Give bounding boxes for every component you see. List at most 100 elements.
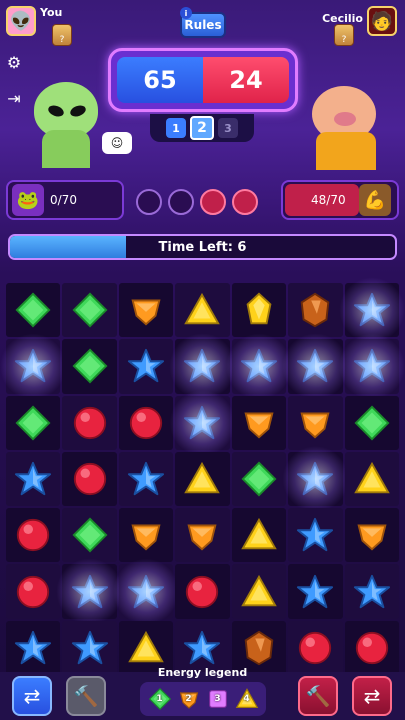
gear-icon[interactable]: ⚙ (4, 52, 24, 72)
board-cell[interactable] (118, 451, 174, 507)
star-gem-icon (127, 573, 165, 611)
red-gem-icon (71, 404, 109, 442)
board-cell[interactable] (338, 276, 405, 344)
alien-body (42, 130, 90, 168)
energy-you-value: 0/70 (50, 193, 77, 207)
board-cell[interactable] (118, 283, 174, 338)
board-cell[interactable] (6, 508, 61, 563)
board-cell[interactable] (225, 333, 293, 400)
game-screen: 👽 You ? Cecilio 🧑 ? i Rules ⚙ ⇥ ☺ 65 24 … (0, 0, 405, 720)
board-cell[interactable] (344, 564, 399, 619)
swap-hand-icon: ⇄ (23, 684, 41, 708)
legend-orange-icon: 2 (177, 687, 201, 711)
board-cell[interactable] (231, 395, 287, 450)
round-2: 2 (190, 116, 214, 140)
board-cell[interactable] (288, 283, 343, 338)
green-gem-icon (71, 291, 109, 329)
board-cell[interactable] (62, 451, 117, 507)
board-cell[interactable] (288, 395, 343, 450)
red-gem-icon (14, 573, 52, 611)
board-cell[interactable] (175, 451, 230, 507)
red-gem-icon (14, 516, 52, 554)
exit-icon[interactable]: ⇥ (4, 88, 24, 108)
board-cell[interactable] (6, 620, 61, 675)
board-cell[interactable] (231, 283, 287, 338)
star-gem-icon (127, 347, 165, 385)
board-cell[interactable] (344, 508, 399, 563)
board-cell[interactable] (118, 508, 174, 563)
star-gem-icon (14, 347, 52, 385)
board-cell[interactable] (118, 339, 174, 394)
board-cell[interactable] (231, 451, 287, 507)
hammer-booster-button[interactable]: 🔨 (66, 676, 106, 716)
board-cell[interactable] (6, 395, 61, 450)
board-cell[interactable] (338, 333, 405, 400)
star-gem-icon (183, 629, 221, 667)
rank-badge-icon: ? (334, 24, 354, 46)
legend-pink-icon: 3 (206, 687, 230, 711)
hammer-icon: 🔨 (305, 684, 331, 708)
board-cell[interactable] (6, 451, 61, 507)
green-gem-icon (71, 516, 109, 554)
round-indicator: 1 2 3 (150, 114, 254, 142)
rules-label: Rules (184, 18, 222, 32)
star-gem-icon (71, 629, 109, 667)
opponent-avatar[interactable]: 🧑 (367, 6, 397, 36)
board-cell[interactable] (175, 564, 230, 619)
star-gem-icon (71, 573, 109, 611)
legend-value: 3 (214, 694, 221, 704)
star-gem-icon (183, 404, 221, 442)
round-3: 3 (218, 118, 238, 138)
time-left-bar: Time Left: 6 (8, 234, 397, 260)
board-cell[interactable] (6, 283, 61, 338)
board-cell[interactable] (169, 389, 237, 457)
board-cell[interactable] (62, 339, 117, 394)
player-avatar[interactable]: 👽 (6, 6, 36, 36)
energy-legend-title: Energy legend (157, 666, 248, 679)
board-cell[interactable] (282, 445, 350, 513)
board-cell[interactable] (56, 558, 124, 626)
energy-opponent: 48/70 💪 (281, 180, 399, 220)
star-gem-icon (14, 629, 52, 667)
board-cell[interactable] (62, 620, 117, 675)
board-cell[interactable] (344, 620, 399, 675)
board-cell[interactable] (282, 333, 350, 400)
board-cell[interactable] (288, 564, 343, 619)
board-cell[interactable] (231, 564, 287, 619)
board-cell[interactable] (288, 508, 343, 563)
legend-value: 2 (185, 694, 192, 704)
board-cell[interactable] (175, 283, 230, 338)
energy-pip (168, 189, 194, 215)
chat-emote-button[interactable]: ☺ (102, 132, 132, 154)
red-gem-icon (127, 404, 165, 442)
yellow-gem-icon (240, 573, 278, 611)
board-cell[interactable] (118, 395, 174, 450)
board-cell[interactable] (0, 333, 67, 400)
swap-booster-button[interactable]: ⇄ (12, 676, 52, 716)
star-gem-icon (353, 573, 391, 611)
board-cell[interactable] (62, 283, 117, 338)
board-cell[interactable] (169, 333, 237, 400)
star-gem-icon (14, 460, 52, 498)
yellow-gem-icon (127, 629, 165, 667)
board-cell[interactable] (288, 620, 343, 675)
board-cell[interactable] (344, 451, 399, 507)
board-cell[interactable] (231, 508, 287, 563)
board-cell[interactable] (6, 564, 61, 619)
score-you: 65 (117, 57, 203, 103)
opponent-hammer-button: 🔨 (298, 676, 338, 716)
board-cell[interactable] (112, 558, 180, 626)
rules-button[interactable]: i Rules (180, 7, 226, 38)
frog-portrait-icon: 🐸 (12, 184, 44, 216)
orange-gem-icon (127, 291, 165, 329)
board-cell[interactable] (175, 508, 230, 563)
board-cell[interactable] (62, 395, 117, 450)
board-cell[interactable] (344, 395, 399, 450)
red-gem-icon (183, 573, 221, 611)
wrestler-portrait-icon: 💪 (359, 184, 391, 216)
orange-crystal-gem-icon (296, 291, 334, 329)
legend-green-icon: 1 (148, 687, 172, 711)
star-gem-icon (240, 347, 278, 385)
board-cell[interactable] (62, 508, 117, 563)
legend-value: 1 (156, 694, 163, 704)
